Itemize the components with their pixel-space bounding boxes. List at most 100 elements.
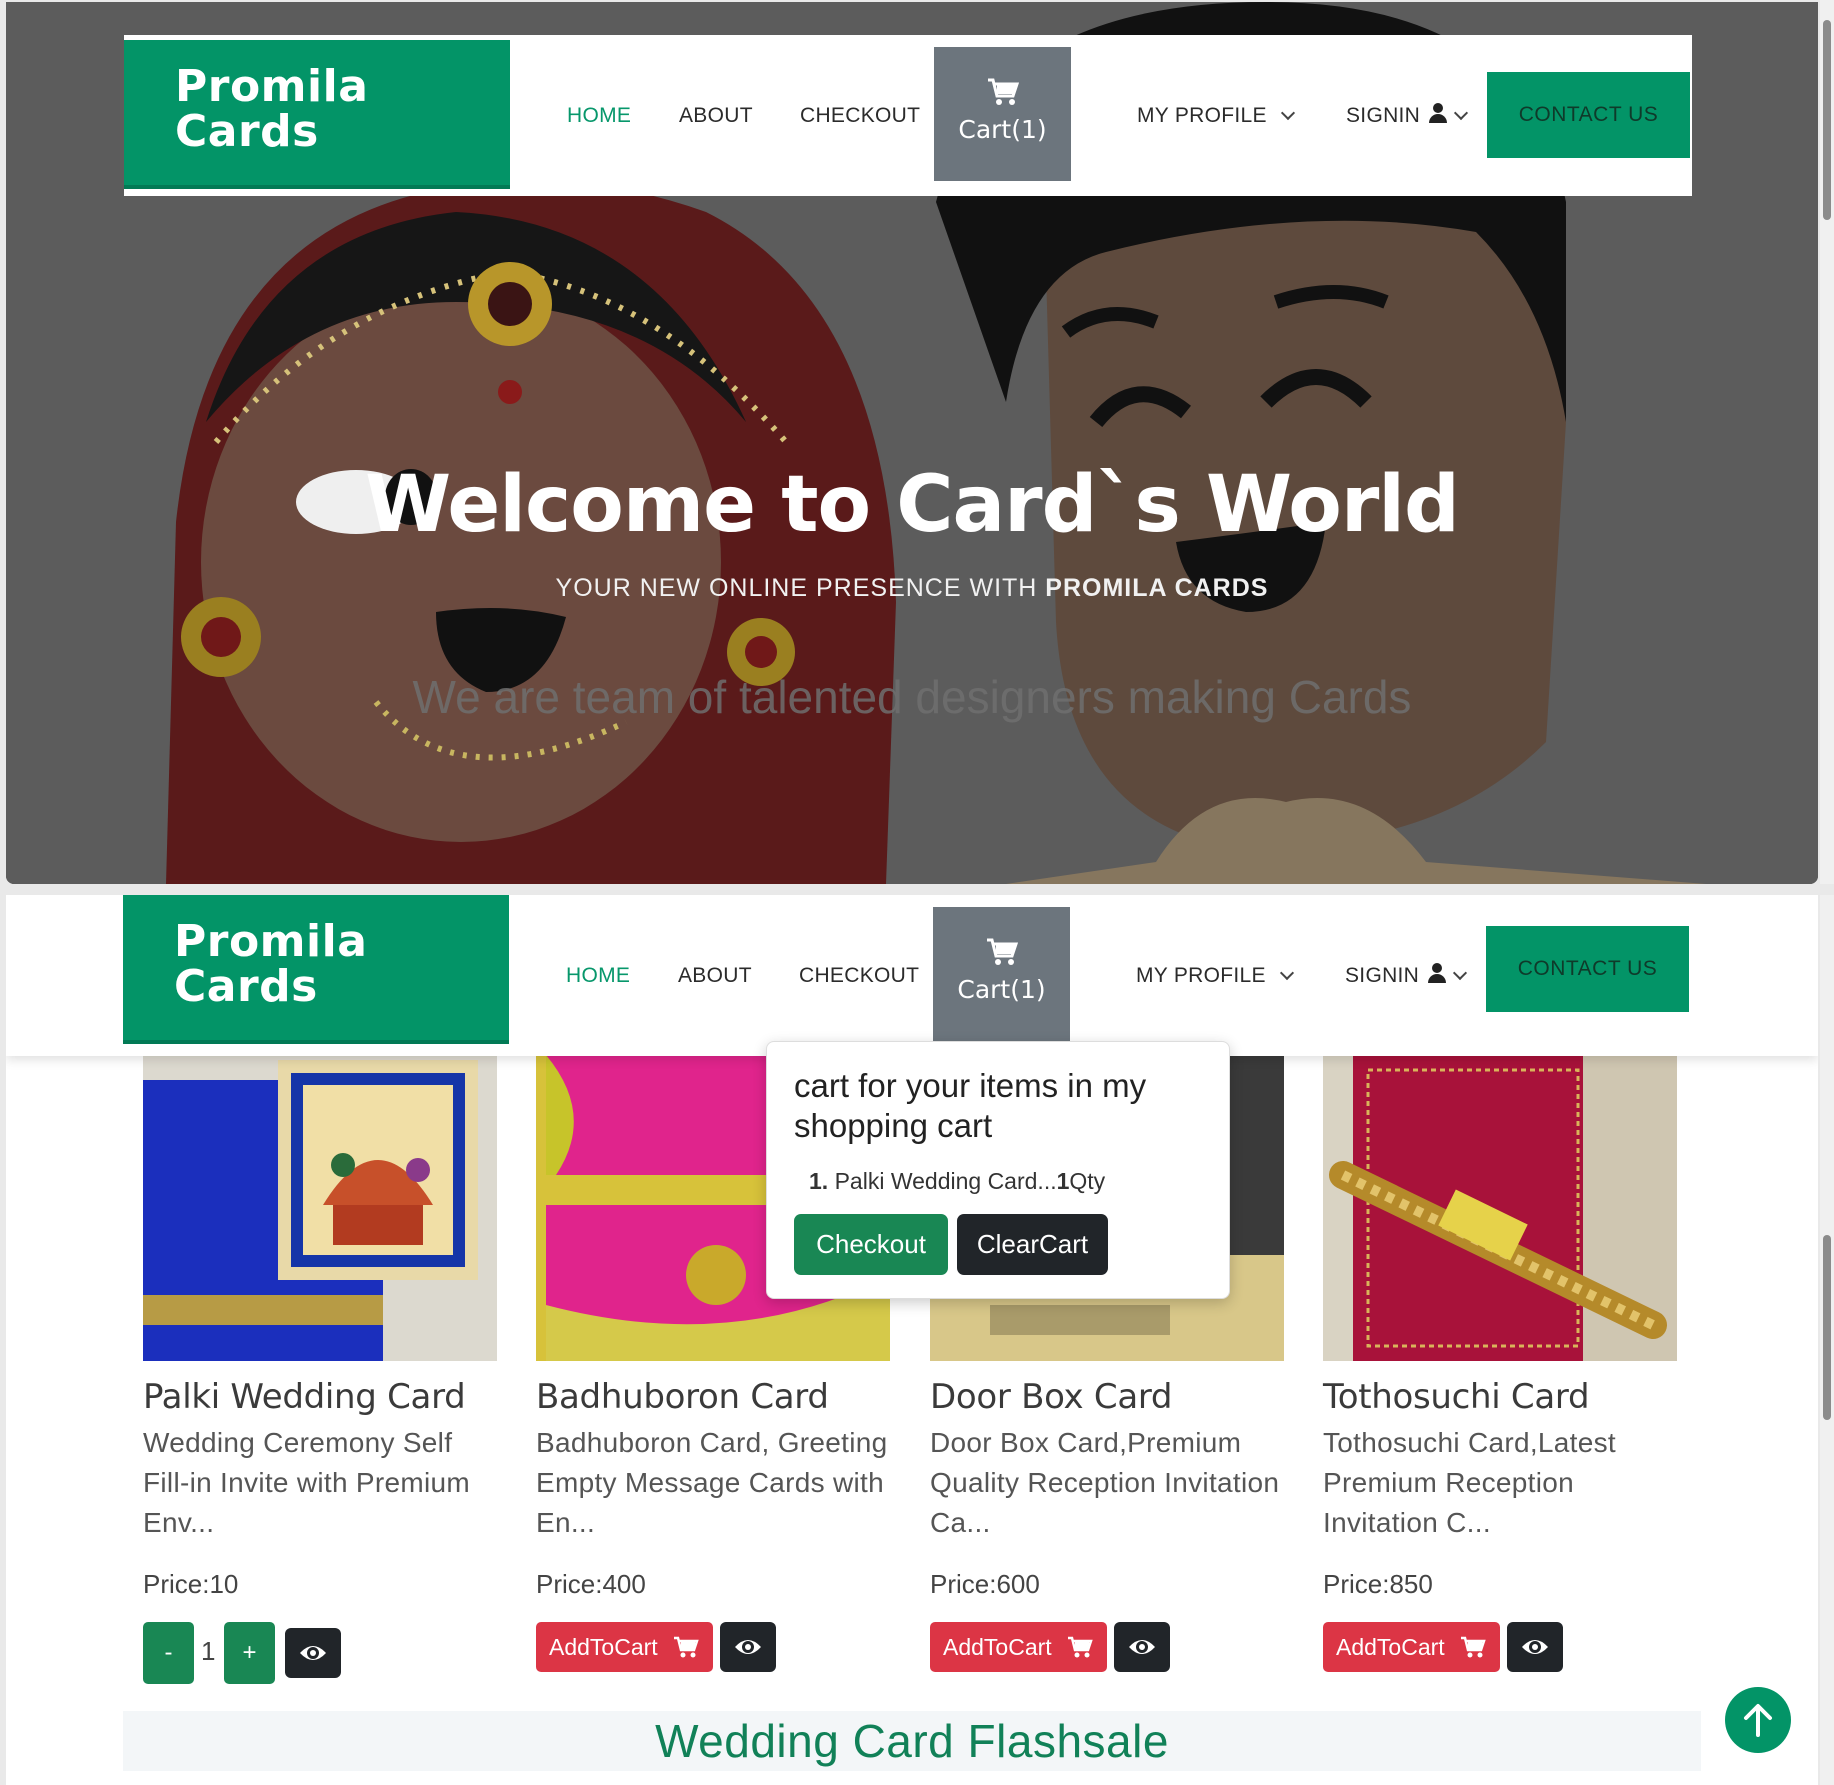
eye-icon (300, 1646, 326, 1660)
product-card: Palki Wedding Card Wedding Ceremony Self… (143, 1055, 497, 1684)
hero-section: Promila Cards HOME ABOUT CHECKOUT Cart(1)… (6, 2, 1818, 884)
eye-icon (1522, 1640, 1548, 1654)
product-actions: - 1 + (143, 1622, 497, 1684)
product-description: Wedding Ceremony Self Fill-in Invite wit… (143, 1427, 471, 1538)
brand-name-line1: Promila (175, 61, 369, 112)
tothosuchi-card-image (1323, 1055, 1677, 1361)
page-scrollbar[interactable] (1820, 895, 1834, 1785)
cart-popover-item: 1. Palki Wedding Card...1Qty (809, 1168, 1105, 1195)
product-image[interactable] (143, 1055, 497, 1361)
hero-navbar: Promila Cards HOME ABOUT CHECKOUT Cart(1)… (124, 35, 1692, 196)
user-icon (1428, 103, 1448, 125)
arrow-up-icon (1744, 1704, 1772, 1737)
chevron-down-icon (1453, 965, 1468, 981)
product-price: Price:10 (143, 1569, 239, 1599)
add-to-cart-label: AddToCart (943, 1634, 1052, 1660)
brand-logo[interactable]: Promila Cards (123, 895, 509, 1044)
nav-signin-dropdown[interactable]: SIGNIN (1345, 895, 1468, 1056)
product-title[interactable]: Tothosuchi Card (1323, 1377, 1677, 1417)
eye-icon (735, 1640, 761, 1654)
product-actions: AddToCart (930, 1622, 1284, 1684)
product-price: Price:850 (1323, 1569, 1433, 1599)
quick-view-button[interactable] (1507, 1622, 1563, 1672)
cart-label: Cart(1) (958, 115, 1047, 144)
flashsale-heading: Wedding Card Flashsale (655, 1715, 1169, 1767)
user-icon (1427, 963, 1447, 985)
nav-home-link[interactable]: HOME (566, 895, 630, 1056)
quick-view-button[interactable] (285, 1628, 341, 1678)
product-title[interactable]: Badhuboron Card (536, 1377, 890, 1417)
cart-label: Cart(1) (957, 975, 1046, 1004)
products-page: Promila Cards HOME ABOUT CHECKOUT Cart(1)… (6, 895, 1818, 1785)
product-title[interactable]: Palki Wedding Card (143, 1377, 497, 1417)
product-description: Badhuboron Card, Greeting Empty Message … (536, 1427, 888, 1538)
add-to-cart-label: AddToCart (1336, 1634, 1445, 1660)
my-profile-label: MY PROFILE (1137, 104, 1267, 127)
product-title[interactable]: Door Box Card (930, 1377, 1284, 1417)
sticky-navbar-inner: Promila Cards HOME ABOUT CHECKOUT Cart(1)… (123, 895, 1691, 1056)
add-to-cart-button[interactable]: AddToCart (1323, 1622, 1500, 1672)
nav-about-link[interactable]: ABOUT (678, 895, 752, 1056)
cart-item-qty-unit: Qty (1069, 1168, 1106, 1194)
nav-cart-button[interactable]: Cart(1) (934, 47, 1071, 181)
chevron-down-icon (1280, 105, 1295, 121)
signin-label: SIGNIN (1345, 964, 1420, 987)
add-to-cart-button[interactable]: AddToCart (536, 1622, 713, 1672)
cart-item-name: Palki Wedding Card... (828, 1168, 1057, 1194)
product-description: Door Box Card,Premium Quality Reception … (930, 1427, 1280, 1538)
brand-logo[interactable]: Promila Cards (124, 40, 510, 189)
cart-item-qty: 1 (1056, 1168, 1070, 1194)
my-profile-label: MY PROFILE (1136, 964, 1266, 987)
cart-icon (986, 938, 1018, 965)
page-scroll-thumb[interactable] (1823, 1235, 1831, 1420)
nav-checkout-link[interactable]: CHECKOUT (799, 895, 919, 1056)
brand-name: Promila Cards (175, 64, 368, 154)
brand-name-line2: Cards (174, 961, 318, 1012)
product-image[interactable] (1323, 1055, 1677, 1361)
brand-name-line2: Cards (175, 106, 319, 157)
popover-checkout-button[interactable]: Checkout (794, 1214, 948, 1275)
quantity-increase-button[interactable]: + (224, 1622, 275, 1684)
chevron-down-icon (1454, 105, 1469, 121)
quick-view-button[interactable] (1114, 1622, 1170, 1672)
cart-icon (1068, 1636, 1093, 1658)
hero-tagline: We are team of talented designers making… (412, 671, 1412, 723)
quantity-value: 1 (201, 1636, 216, 1666)
product-actions: AddToCart (1323, 1622, 1677, 1684)
contact-us-button[interactable]: CONTACT US (1487, 72, 1690, 158)
brand-name: Promila Cards (174, 919, 367, 1009)
signin-label: SIGNIN (1346, 104, 1421, 127)
cart-popover: cart for your items in my shopping cart … (766, 1041, 1230, 1299)
add-to-cart-button[interactable]: AddToCart (930, 1622, 1107, 1672)
hero-subtitle-brand: PROMILA CARDS (1045, 574, 1269, 602)
product-price: Price:600 (930, 1569, 1040, 1599)
sticky-navbar: Promila Cards HOME ABOUT CHECKOUT Cart(1)… (6, 895, 1818, 1056)
nav-checkout-link[interactable]: CHECKOUT (800, 35, 920, 196)
cart-item-index: 1. (809, 1168, 829, 1194)
nav-home-link[interactable]: HOME (567, 35, 631, 196)
cart-icon (674, 1636, 699, 1658)
quantity-decrease-button[interactable]: - (143, 1622, 194, 1684)
nav-about-link[interactable]: ABOUT (679, 35, 753, 196)
top-scrollbar[interactable] (1820, 0, 1834, 884)
nav-my-profile-dropdown[interactable]: MY PROFILE (1136, 895, 1294, 1056)
top-scroll-thumb[interactable] (1823, 20, 1831, 220)
contact-us-button[interactable]: CONTACT US (1486, 926, 1689, 1012)
cart-icon (987, 78, 1019, 105)
palki-card-image (143, 1055, 497, 1361)
nav-cart-button[interactable]: Cart(1) (933, 907, 1070, 1056)
hero-subtitle: YOUR NEW ONLINE PRESENCE WITH PROMILA CA… (6, 574, 1818, 603)
hero-subtitle-prefix: YOUR NEW ONLINE PRESENCE WITH (555, 574, 1046, 602)
back-to-top-button[interactable] (1725, 1687, 1791, 1753)
popover-clear-cart-button[interactable]: ClearCart (957, 1214, 1108, 1275)
product-card: Tothosuchi Card Tothosuchi Card,Latest P… (1323, 1055, 1677, 1684)
eye-icon (1129, 1640, 1155, 1654)
quick-view-button[interactable] (720, 1622, 776, 1672)
flashsale-heading-bar: Wedding Card Flashsale (123, 1711, 1701, 1771)
chevron-down-icon (1279, 965, 1294, 981)
nav-my-profile-dropdown[interactable]: MY PROFILE (1137, 35, 1295, 196)
hero-title: Welcome to Card`s World (365, 460, 1460, 550)
nav-signin-dropdown[interactable]: SIGNIN (1346, 35, 1469, 196)
add-to-cart-label: AddToCart (549, 1634, 658, 1660)
product-description: Tothosuchi Card,Latest Premium Reception… (1323, 1427, 1616, 1538)
